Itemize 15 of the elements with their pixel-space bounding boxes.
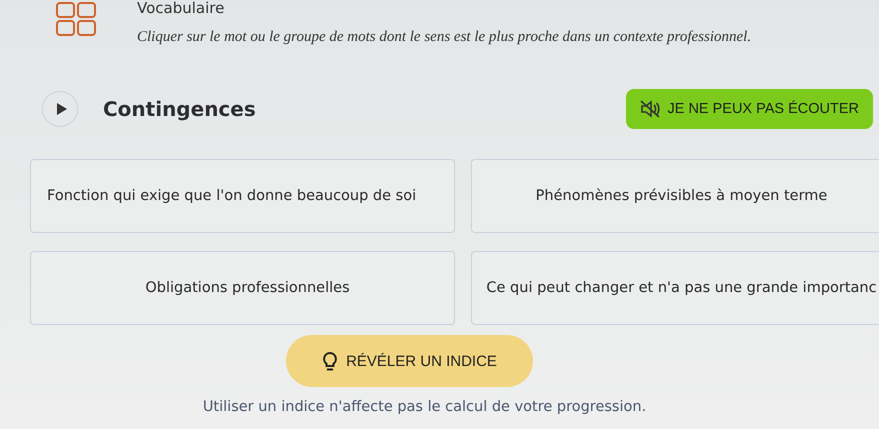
- vocabulary-word: Contingences: [103, 97, 257, 121]
- play-button[interactable]: [42, 91, 78, 127]
- instruction-text: Cliquer sur le mot ou le groupe de mots dont le sens est le plus proche dans un contexte professionnel.: [137, 29, 752, 46]
- answer-option[interactable]: Obligations professionnelles: [30, 251, 455, 325]
- play-icon: [56, 102, 68, 116]
- grid-icon: [55, 1, 97, 37]
- muted-speaker-icon: [640, 100, 660, 118]
- cannot-listen-button[interactable]: JE NE PEUX PAS ÉCOUTER: [626, 89, 873, 129]
- answer-option[interactable]: Phénomènes prévisibles à moyen terme: [471, 159, 879, 233]
- reveal-hint-button[interactable]: RÉVÉLER UN INDICE: [286, 335, 533, 387]
- section-title: Vocabulaire: [137, 0, 226, 16]
- lightbulb-icon: [322, 351, 338, 371]
- answer-option[interactable]: Ce qui peut changer et n'a pas une grande importanc: [471, 251, 879, 325]
- hint-note: Utiliser un indice n'affecte pas le calcul de votre progression.: [202, 399, 648, 415]
- answer-option[interactable]: Fonction qui exige que l'on donne beaucoup de soi: [30, 159, 455, 233]
